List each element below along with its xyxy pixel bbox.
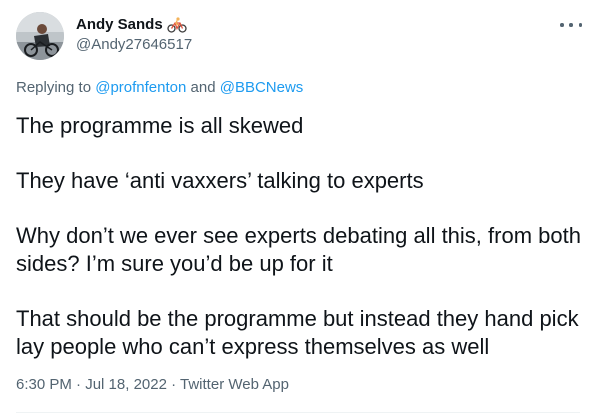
meta-separator: · [166,376,181,393]
meta-separator: · [71,376,86,393]
display-name[interactable]: Andy Sands [76,15,163,35]
replying-prefix: Replying to [16,79,96,96]
reply-mention-profnfenton[interactable]: @profnfenton [95,79,186,96]
more-horizontal-icon[interactable] [560,18,582,32]
divider [16,412,580,413]
tweet-paragraph: Why don’t we ever see experts debating a… [16,223,581,276]
tweet-date[interactable]: Jul 18, 2022 [85,376,167,393]
tweet: Andy Sands @Andy27646517 Replying to @pr… [0,0,596,420]
name-row: Andy Sands [76,15,192,35]
replying-conjunction: and [186,79,220,96]
reply-mention-bbcnews[interactable]: @BBCNews [220,79,304,96]
tweet-metadata: 6:30 PM · Jul 18, 2022 · Twitter Web App [16,375,289,395]
tweet-paragraph: They have ‘anti vaxxers’ talking to expe… [16,168,424,193]
tweet-paragraph: The programme is all skewed [16,113,304,138]
author-block: Andy Sands @Andy27646517 [76,15,192,55]
tweet-time[interactable]: 6:30 PM [16,376,72,393]
user-handle[interactable]: @Andy27646517 [76,35,192,55]
avatar[interactable] [16,12,64,60]
bicycle-rider-emoji-icon [167,17,187,33]
tweet-text: The programme is all skewed They have ‘a… [16,112,582,361]
tweet-paragraph: That should be the programme but instead… [16,306,579,359]
tweet-source[interactable]: Twitter Web App [180,376,289,393]
replying-to: Replying to @profnfenton and @BBCNews [16,78,303,98]
